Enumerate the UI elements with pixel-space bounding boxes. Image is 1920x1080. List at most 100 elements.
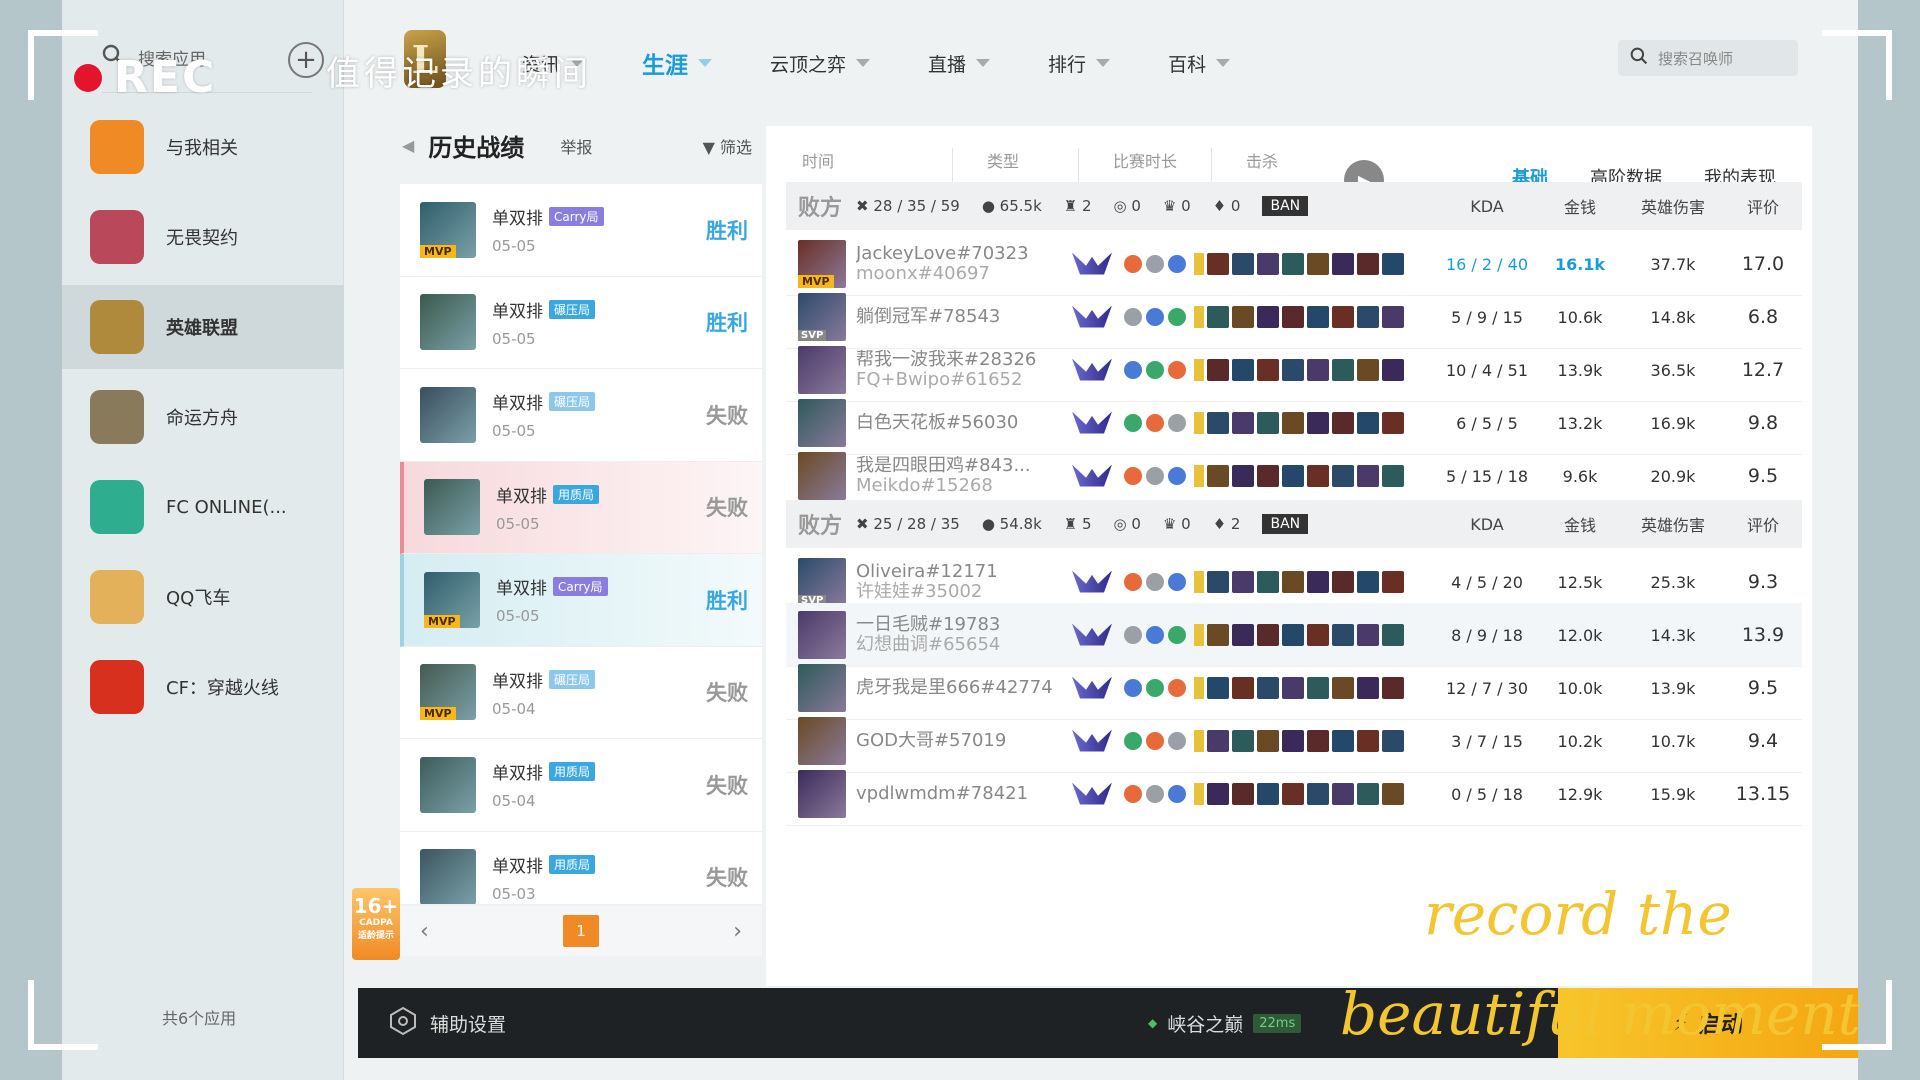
summoner-name-alt[interactable]: 幻想曲调#65654 [856, 634, 1068, 655]
item-build [1194, 623, 1404, 646]
column-header[interactable]: KDA [1432, 515, 1542, 534]
column-header[interactable]: 英雄伤害 [1618, 512, 1728, 536]
column-header: 评价 [1746, 198, 1779, 217]
meta-label: 击杀 [1246, 152, 1279, 171]
sidebar-app-item[interactable]: 无畏契约 [62, 195, 344, 279]
queue-mode: 单双排 [492, 856, 543, 877]
report-button[interactable]: 举报 [560, 134, 592, 158]
item-icon [1257, 252, 1279, 275]
sidebar-app-item[interactable]: 命运方舟 [62, 375, 344, 459]
prev-page-icon[interactable]: ‹ [420, 919, 429, 944]
game-result: 胜利 [706, 218, 748, 243]
item-icon [1332, 676, 1354, 699]
next-page-icon[interactable]: › [733, 919, 742, 944]
item-icon [1282, 411, 1304, 434]
summoner-name[interactable]: 白色天花板#56030 [856, 413, 1068, 433]
item-icon [1357, 464, 1379, 487]
ban-button[interactable]: BAN [1262, 196, 1309, 216]
history-item[interactable]: 单双排 用质局 05-03 失败 [400, 832, 762, 904]
current-page[interactable]: 1 [563, 915, 599, 947]
item-icon [1357, 305, 1379, 328]
summoner-name[interactable]: 帮我一波我来#28326 [856, 350, 1068, 370]
meta-label: 时间 [802, 152, 835, 171]
coin-icon: ● [981, 515, 1000, 533]
sidebar: 搜索应用 + 与我相关 无畏契约 英雄联盟 命运方舟 FC ONLINE(... QQ飞车… [62, 0, 344, 1080]
item-icon [1307, 252, 1329, 275]
summoner-name-alt[interactable]: moonx#40697 [856, 263, 1068, 284]
player-gold: 10.2k [1557, 731, 1603, 751]
spell-icon [1168, 625, 1186, 644]
summoner-name[interactable]: 虎牙我是里666#42774 [856, 678, 1068, 698]
cf-icon [90, 660, 144, 714]
filter-button[interactable]: ▼ 筛选 [703, 134, 752, 158]
nav-item[interactable]: 直播 [928, 46, 991, 80]
history-item[interactable]: 单双排 碾压局 05-05 胜利 [400, 277, 762, 369]
item-icon [1307, 464, 1329, 487]
summoner-name[interactable]: 躺倒冠军#78543 [856, 307, 1068, 327]
spell-icon [1168, 254, 1186, 273]
hexagon-settings-icon [388, 1006, 418, 1041]
chevron-down-icon [698, 59, 713, 67]
champion-avatar: SVP [798, 557, 846, 606]
history-item[interactable]: MVP 单双排 碾压局 05-04 失败 [400, 647, 762, 739]
sidebar-app-label: QQ飞车 [166, 588, 231, 609]
player-score: 17.0 [1741, 253, 1785, 275]
item-icon [1232, 782, 1254, 805]
history-item[interactable]: 单双排 碾压局 05-05 失败 [400, 369, 762, 462]
player-row[interactable]: 我是四眼田鸡#843... Meikdo#15268 5 / 15 / 18 9.6k… [786, 444, 1802, 508]
server-selector[interactable]: ◆ 峡谷之巅 22ms [1148, 1010, 1302, 1037]
summoner-spells [1124, 678, 1186, 697]
add-app-button[interactable]: + [288, 42, 324, 78]
summoner-name[interactable]: Oliveira#12171 [856, 562, 1068, 582]
summoner-search-input[interactable]: 搜索召唤师 [1618, 40, 1798, 76]
player-gold: 10.0k [1557, 678, 1603, 698]
back-chevron-icon[interactable]: ◀ [402, 136, 414, 155]
summoner-name[interactable]: GOD大哥#57019 [856, 731, 1068, 751]
history-item[interactable]: 单双排 用质局 05-04 失败 [400, 739, 762, 832]
column-header[interactable]: KDA [1432, 197, 1542, 216]
sidebar-app-item[interactable]: QQ飞车 [62, 555, 344, 639]
nav-item[interactable]: 云顶之弈 [770, 46, 871, 80]
nav-item[interactable]: 排行 [1048, 46, 1111, 80]
summoner-name-alt[interactable]: 许娃娃#35002 [856, 581, 1068, 602]
item-icon [1307, 305, 1329, 328]
item-icon [1307, 676, 1329, 699]
nav-label: 排行 [1048, 53, 1087, 76]
team-kda: ✖ 28 / 35 / 59 [856, 197, 960, 215]
item-icon [1357, 729, 1379, 752]
item-icon [1332, 305, 1354, 328]
player-gold: 16.1k [1554, 254, 1606, 274]
assist-settings-button[interactable]: 辅助设置 [388, 1006, 506, 1041]
player-gold: 12.0k [1557, 625, 1603, 645]
player-dmg: 16.9k [1650, 413, 1696, 433]
summoner-name[interactable]: JackeyLove#70323 [856, 244, 1068, 264]
sidebar-app-item[interactable]: CF：穿越火线 [62, 645, 344, 729]
nav-label: 生涯 [642, 53, 689, 79]
sidebar-app-item[interactable]: 英雄联盟 [62, 285, 344, 369]
summoner-name-alt[interactable]: FQ+Bwipo#61652 [856, 369, 1068, 390]
ban-button[interactable]: BAN [1262, 514, 1309, 534]
player-names: 白色天花板#56030 [856, 413, 1068, 433]
summoner-name[interactable]: 一日毛贼#19783 [856, 615, 1068, 635]
sidebar-app-item[interactable]: 与我相关 [62, 105, 344, 189]
history-mode-line: 单双排 用质局 [492, 852, 596, 877]
summoner-name[interactable]: vpdlwmdm#78421 [856, 784, 1068, 804]
summoner-spells [1124, 784, 1186, 803]
item-icon [1307, 411, 1329, 434]
summoner-name[interactable]: 我是四眼田鸡#843... [856, 456, 1068, 476]
item-icon [1207, 358, 1229, 381]
spell-icon [1168, 413, 1186, 432]
history-item[interactable]: 单双排 用质局 05-05 失败 [400, 461, 762, 554]
sidebar-app-item[interactable]: FC ONLINE(... [62, 465, 344, 549]
baron-icon: ♛ [1162, 197, 1182, 215]
nav-item[interactable]: 百科 [1168, 46, 1231, 80]
player-kda: 5 / 9 / 15 [1451, 307, 1523, 327]
history-item[interactable]: MVP 单双排 Carry局 05-05 胜利 [400, 554, 762, 647]
column-header[interactable]: 金钱 [1542, 512, 1618, 536]
history-item[interactable]: MVP 单双排 Carry局 05-05 胜利 [400, 184, 762, 277]
player-row[interactable]: vpdlwmdm#78421 0 / 5 / 18 12.9k 15.9k 13.15 [786, 762, 1802, 826]
nav-item[interactable]: 生涯 [642, 46, 713, 80]
column-header[interactable]: 金钱 [1542, 194, 1618, 218]
column-header[interactable]: 英雄伤害 [1618, 194, 1728, 218]
summoner-name-alt[interactable]: Meikdo#15268 [856, 475, 1068, 496]
